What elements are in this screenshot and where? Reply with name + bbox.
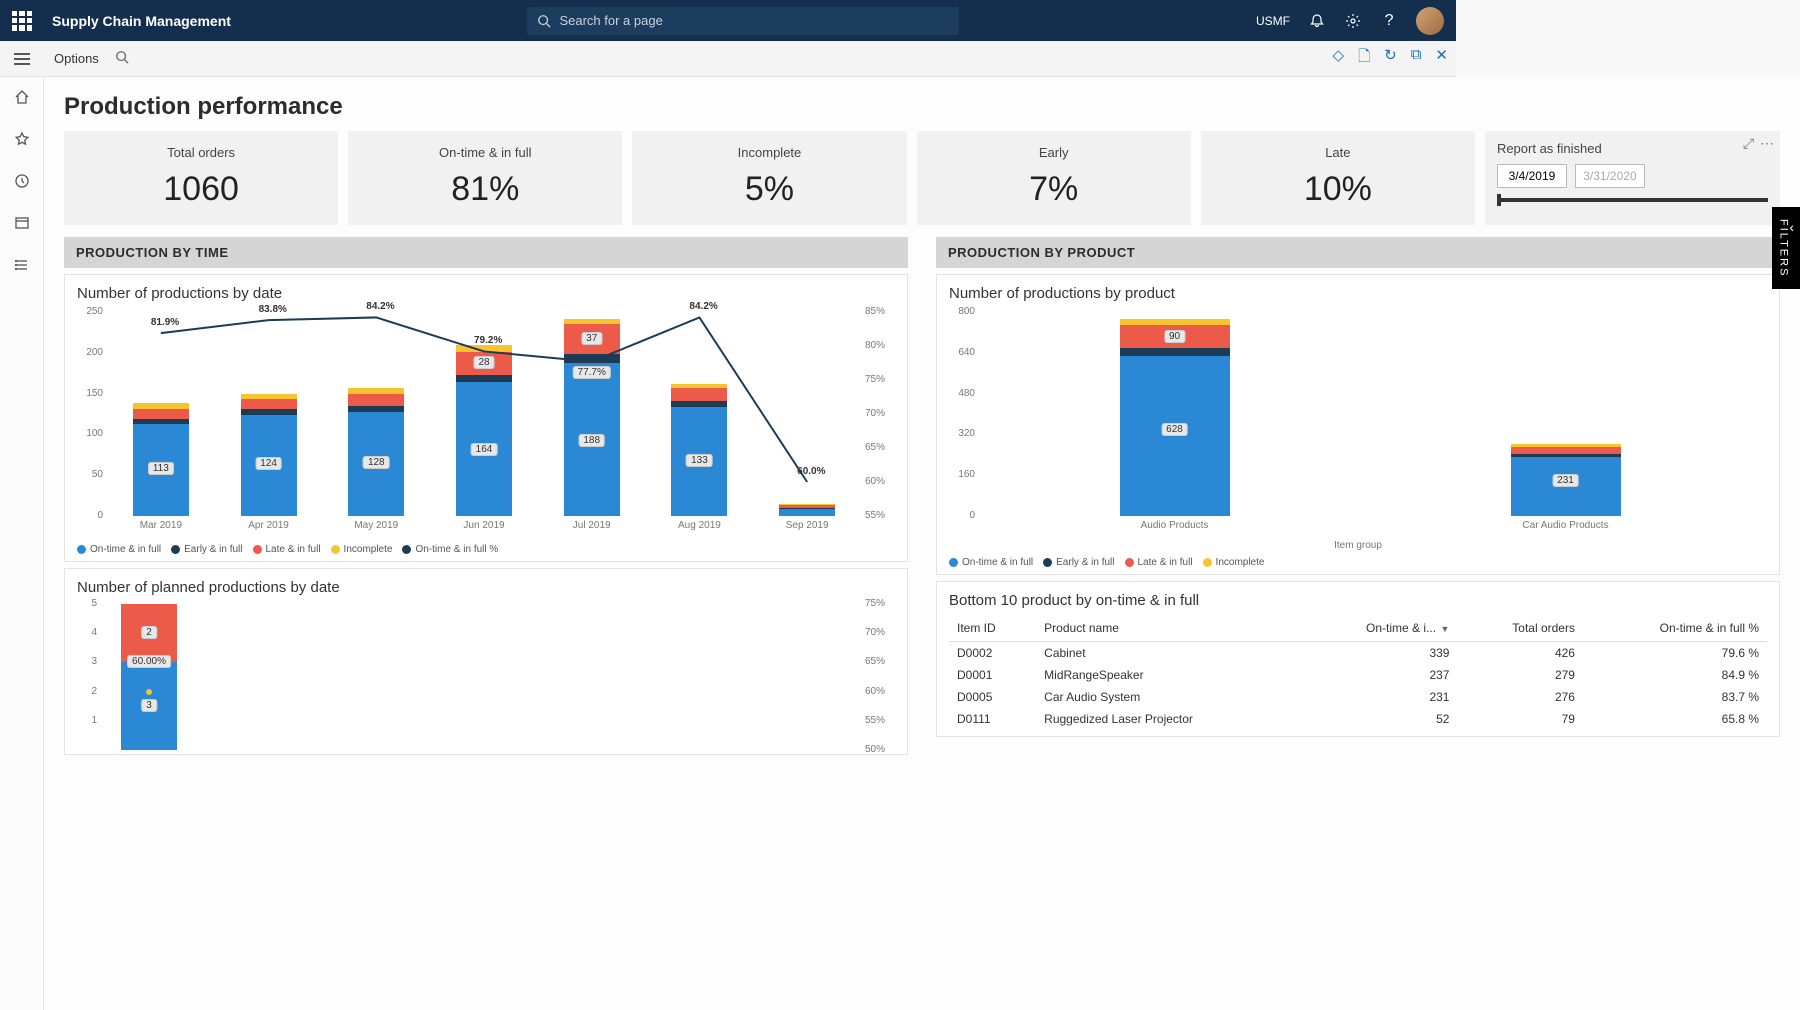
section-header-time: PRODUCTION BY TIME [64,237,908,268]
kpi-incomplete[interactable]: Incomplete 5% [632,131,906,225]
find-icon[interactable] [115,50,129,67]
date-to-input[interactable] [1575,164,1645,188]
chart-area[interactable]: 05010015020025055%60%65%70%75%80%85%Mar … [77,308,895,538]
chart-title: Number of productions by date [77,285,895,302]
more-icon[interactable]: ⋯ [1760,135,1774,152]
kpi-label: Late [1209,145,1467,160]
main-content: Production performance Total orders 1060… [44,77,1800,1010]
kpi-early[interactable]: Early 7% [917,131,1191,225]
table-row[interactable]: D0111Ruggedized Laser Projector527965.8 … [949,708,1767,730]
sort-desc-icon: ▼ [1438,624,1449,634]
user-avatar[interactable] [1416,7,1444,35]
chart-area[interactable]: 1234550%55%60%65%70%75%3260.00% [77,602,895,752]
chart-title: Number of planned productions by date [77,579,895,596]
chart-planned-productions: Number of planned productions by date 12… [64,568,908,755]
app-title: Supply Chain Management [52,13,231,29]
gear-icon[interactable] [1344,12,1362,30]
kpi-label: Incomplete [640,145,898,160]
bell-icon[interactable] [1308,12,1326,30]
kpi-label: Total orders [72,145,330,160]
kpi-value: 5% [640,170,898,209]
col-product: PRODUCTION BY PRODUCT Number of producti… [936,237,1780,755]
col-item-id[interactable]: Item ID [949,615,1036,642]
options-menu[interactable]: Options [44,51,109,66]
command-bar-actions: ◇ 🗋 ↻ ⧉ ✕ [1333,46,1448,71]
kpi-value: 7% [925,170,1183,209]
kpi-label: Early [925,145,1183,160]
page-title: Production performance [44,77,1800,131]
kpi-label: Report as finished [1497,141,1768,156]
close-icon[interactable]: ✕ [1435,46,1448,71]
date-slider[interactable] [1497,198,1768,202]
chart-title: Number of productions by product [949,285,1767,302]
filters-tab[interactable]: FILTERS [1772,207,1800,289]
kpi-on-time[interactable]: On-time & in full 81% [348,131,622,225]
kpi-value: 1060 [72,170,330,209]
search-box[interactable]: Search for a page [527,7,959,35]
col-product-name[interactable]: Product name [1036,615,1299,642]
col-ontime-count[interactable]: On-time & i... ▼ [1299,615,1458,642]
date-from-input[interactable] [1497,164,1567,188]
table-row[interactable]: D0002Cabinet33942679.6 % [949,642,1767,665]
home-icon[interactable] [12,87,32,107]
section-header-product: PRODUCTION BY PRODUCT [936,237,1780,268]
kpi-value: 10% [1209,170,1467,209]
table-row[interactable]: D0005Car Audio System23127683.7 % [949,686,1767,708]
x-axis-label: Item group [949,538,1767,551]
kpi-late[interactable]: Late 10% [1201,131,1475,225]
app-launcher-icon[interactable] [12,11,32,31]
col-ontime-pct[interactable]: On-time & in full % [1583,615,1767,642]
col-time: PRODUCTION BY TIME Number of productions… [64,237,908,755]
kpi-total-orders[interactable]: Total orders 1060 [64,131,338,225]
command-bar: Options ◇ 🗋 ↻ ⧉ ✕ [0,41,1456,77]
search-icon [537,14,551,28]
chart-legend: On-time & in full Early & in full Late &… [77,538,895,555]
search-placeholder: Search for a page [559,13,662,28]
modules-icon[interactable] [12,255,32,275]
link-icon[interactable]: ◇ [1333,46,1345,71]
kpi-label: On-time & in full [356,145,614,160]
chart-title: Bottom 10 product by on-time & in full [949,592,1767,609]
company-label[interactable]: USMF [1256,14,1290,28]
refresh-icon[interactable]: ↻ [1384,46,1397,71]
col-total-orders[interactable]: Total orders [1457,615,1583,642]
left-nav-rail [0,41,44,1010]
star-icon[interactable] [12,129,32,149]
chart-legend: On-time & in full Early & in full Late &… [949,551,1767,568]
chart-area[interactable]: 0160320480640800Audio ProductsCar Audio … [949,308,1767,538]
bottom-10-table[interactable]: Item ID Product name On-time & i... ▼ To… [949,615,1767,730]
chart-productions-by-product: Number of productions by product 0160320… [936,274,1780,575]
nav-toggle-icon[interactable] [0,41,44,77]
new-window-icon[interactable]: ⧉ [1411,46,1422,71]
focus-icon[interactable]: ⤢ [1743,135,1754,152]
recent-icon[interactable] [12,171,32,191]
help-icon[interactable]: ? [1380,12,1398,30]
kpi-row: Total orders 1060 On-time & in full 81% … [44,131,1800,237]
workspace-icon[interactable] [12,213,32,233]
kpi-date-filter: ⤢ ⋯ Report as finished [1485,131,1780,225]
global-header: Supply Chain Management Search for a pag… [0,0,1456,41]
attach-icon[interactable]: 🗋 [1358,46,1370,71]
table-bottom-10: Bottom 10 product by on-time & in full I… [936,581,1780,737]
kpi-value: 81% [356,170,614,209]
chart-productions-by-date: Number of productions by date 0501001502… [64,274,908,562]
table-row[interactable]: D0001MidRangeSpeaker23727984.9 % [949,664,1767,686]
